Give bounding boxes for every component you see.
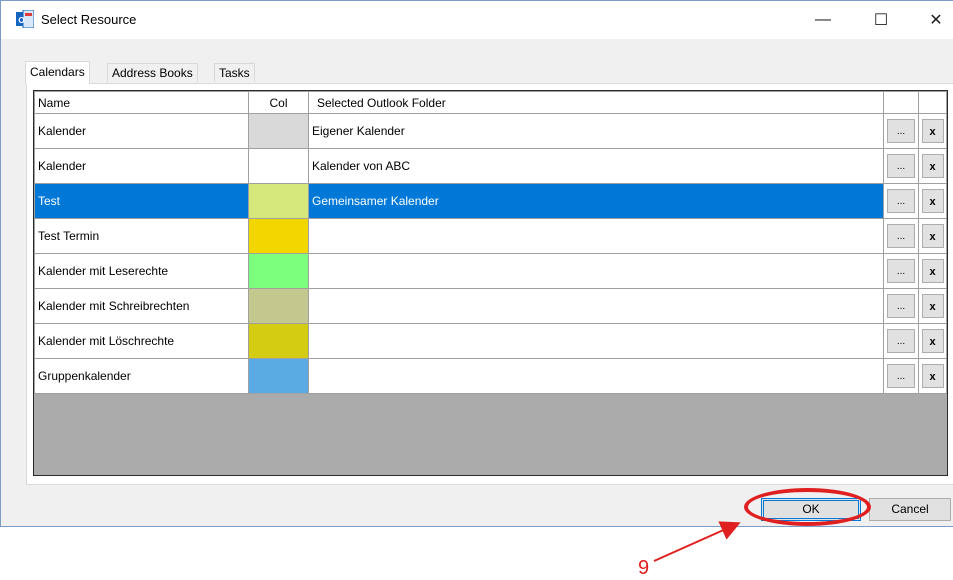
table-row[interactable]: Kalender mit Löschrechte... x [34,323,947,359]
close-button[interactable]: ✕ [913,1,953,39]
outlook-folder-cell[interactable]: Kalender von ABC [308,148,884,184]
browse-cell: ... [883,183,919,219]
tab-address-books[interactable]: Address Books [107,63,198,82]
browse-cell: ... [883,288,919,324]
calendar-color-swatch[interactable] [248,323,309,359]
clear-cell: x [918,218,947,254]
table-row[interactable]: Kalender mit Leserechte... x [34,253,947,289]
svg-text:O: O [18,16,24,25]
table-row[interactable]: Kalender Eigener Kalender... x [34,113,947,149]
calendar-color-swatch[interactable] [248,113,309,149]
browse-folder-button[interactable]: ... [887,294,915,318]
column-header-folder[interactable]: Selected Outlook Folder [308,91,884,114]
column-header-col[interactable]: Col [248,91,309,114]
select-resource-dialog: O Select Resource — ☐ ✕ Calendars Addres… [0,0,953,527]
clear-folder-button[interactable]: x [921,329,944,353]
table-row[interactable]: Kalender Kalender von ABC... x [34,148,947,184]
calendar-name-cell[interactable]: Gruppenkalender [34,358,249,394]
calendar-table: Name Col Selected Outlook Folder Kalende… [34,91,947,394]
column-header-browse [883,91,919,114]
outlook-folder-cell[interactable] [308,358,884,394]
clear-cell: x [918,323,947,359]
clear-cell: x [918,288,947,324]
maximize-button[interactable]: ☐ [858,1,904,39]
clear-folder-button[interactable]: x [921,189,944,213]
outlook-folder-cell[interactable] [308,218,884,254]
calendar-name-cell[interactable]: Kalender mit Löschrechte [34,323,249,359]
browse-folder-button[interactable]: ... [887,364,915,388]
clear-cell: x [918,253,947,289]
calendar-color-swatch[interactable] [248,288,309,324]
outlook-folder-cell[interactable]: Eigener Kalender [308,113,884,149]
browse-folder-button[interactable]: ... [887,224,915,248]
clear-folder-button[interactable]: x [921,259,944,283]
calendar-name-cell[interactable]: Test Termin [34,218,249,254]
close-icon: ✕ [929,12,943,29]
calendar-grid[interactable]: Name Col Selected Outlook Folder Kalende… [33,90,948,476]
browse-folder-button[interactable]: ... [887,329,915,353]
calendar-name-cell[interactable]: Test [34,183,249,219]
clear-folder-button[interactable]: x [921,119,944,143]
clear-cell: x [918,113,947,149]
browse-cell: ... [883,218,919,254]
minimize-button[interactable]: — [800,1,846,39]
calendar-name-cell[interactable]: Kalender mit Schreibrechten [34,288,249,324]
cancel-label: Cancel [891,502,929,516]
outlook-app-icon: O [16,10,34,28]
clear-cell: x [918,148,947,184]
browse-folder-button[interactable]: ... [887,259,915,283]
clear-folder-button[interactable]: x [921,364,944,388]
outlook-folder-cell[interactable] [308,253,884,289]
minimize-icon: — [815,11,831,28]
browse-cell: ... [883,148,919,184]
window-title: Select Resource [41,12,137,27]
browse-folder-button[interactable]: ... [887,189,915,213]
outlook-folder-cell[interactable]: Gemeinsamer Kalender [308,183,884,219]
table-row[interactable]: Gruppenkalender... x [34,358,947,394]
calendar-color-swatch[interactable] [248,183,309,219]
browse-folder-button[interactable]: ... [887,154,915,178]
table-row[interactable]: Test Gemeinsamer Kalender... x [34,183,947,219]
header-row: Name Col Selected Outlook Folder [34,91,947,114]
clear-folder-button[interactable]: x [921,224,944,248]
browse-folder-button[interactable]: ... [887,119,915,143]
calendar-color-swatch[interactable] [248,218,309,254]
annotation-circle [744,488,871,526]
outlook-folder-cell[interactable] [308,288,884,324]
clear-folder-button[interactable]: x [921,154,944,178]
tab-calendars[interactable]: Calendars [25,61,90,84]
column-header-clear [918,91,947,114]
browse-cell: ... [883,358,919,394]
calendar-name-cell[interactable]: Kalender [34,148,249,184]
outlook-folder-cell[interactable] [308,323,884,359]
clear-cell: x [918,358,947,394]
clear-cell: x [918,183,947,219]
title-bar[interactable]: O Select Resource — ☐ ✕ [1,1,953,39]
browse-cell: ... [883,113,919,149]
grid-body: Kalender Eigener Kalender... x Kalender Kale… [34,113,947,394]
annotation-step-label: 9 [638,557,650,579]
calendar-color-swatch[interactable] [248,358,309,394]
browse-cell: ... [883,323,919,359]
tab-tasks[interactable]: Tasks [214,63,255,82]
calendar-color-swatch[interactable] [248,253,309,289]
clear-folder-button[interactable]: x [921,294,944,318]
table-row[interactable]: Kalender mit Schreibrechten... x [34,288,947,324]
maximize-icon: ☐ [873,12,889,29]
calendar-name-cell[interactable]: Kalender mit Leserechte [34,253,249,289]
calendar-color-swatch[interactable] [248,148,309,184]
calendar-name-cell[interactable]: Kalender [34,113,249,149]
cancel-button[interactable]: Cancel [869,498,951,521]
table-row[interactable]: Test Termin... x [34,218,947,254]
browse-cell: ... [883,253,919,289]
column-header-name[interactable]: Name [34,91,249,114]
